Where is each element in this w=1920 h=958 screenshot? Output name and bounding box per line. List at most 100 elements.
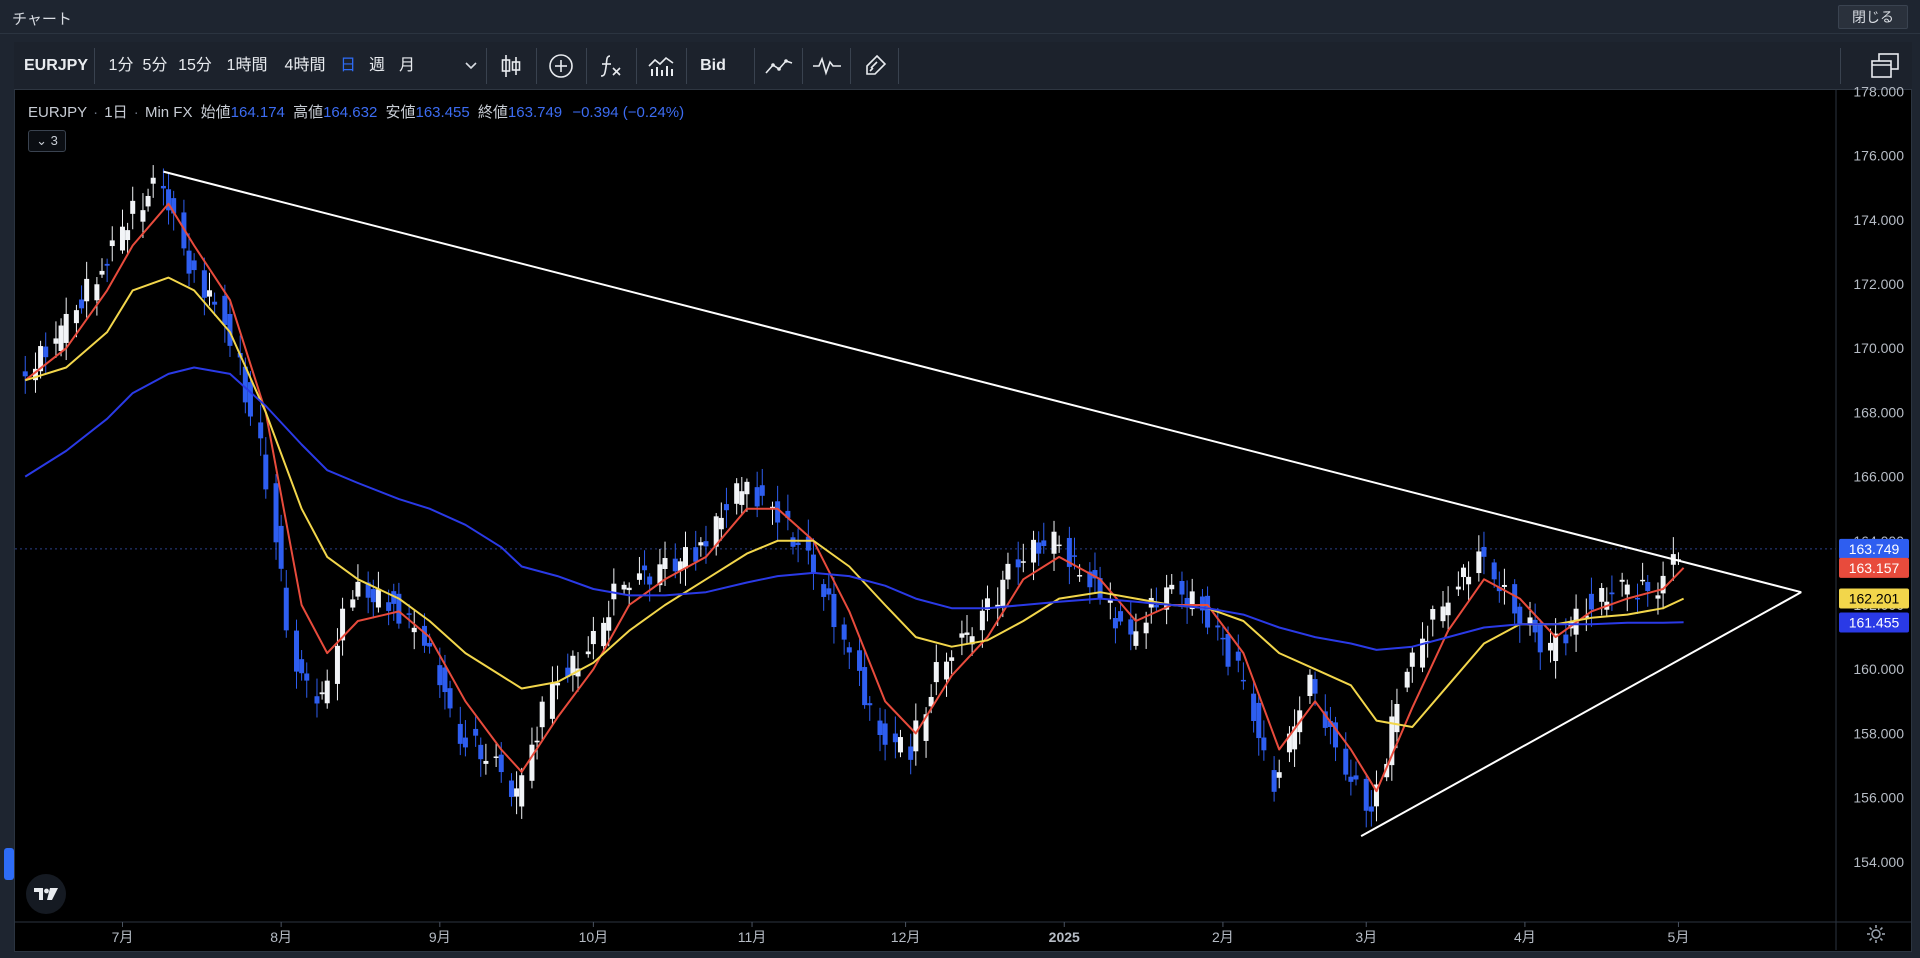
price-axis-tick: 172.000 [1853,276,1904,292]
candle-body [821,584,827,597]
candle-body [1133,631,1139,646]
candle-body [1215,625,1221,628]
legend-interval: 1日 [104,104,128,121]
candle-body [160,185,166,189]
candle-body [933,662,939,683]
indicators-count: 3 [50,133,58,148]
candle-body [1588,593,1594,610]
candle-body [212,301,218,305]
candle-body [355,581,361,597]
candle-body [478,744,484,760]
legend-low-value: 163.455 [415,104,470,121]
price-axis-tick: 178.000 [1853,83,1904,99]
candle-body [1635,597,1641,600]
candle-body [406,613,412,615]
candle-body [421,625,427,646]
side-panel-tab[interactable] [4,848,14,880]
candle-body [1036,542,1042,554]
candle-body [1645,582,1651,591]
gear-icon[interactable] [1862,920,1890,948]
candle-body [442,667,448,693]
candle-body [647,576,653,585]
candle-body [375,589,381,608]
candle-body [43,346,49,358]
candle-body [734,483,740,504]
candle-body [334,645,340,684]
candle-body [1051,531,1057,554]
time-axis-tick: 2025 [1049,929,1080,945]
candle-body [754,487,760,507]
candle-body [534,740,540,743]
candle-body [1368,806,1374,812]
chart-legend: EURJPY · 1日 · Min FX 始値164.174 高値164.632… [28,104,685,121]
candle-body [1445,602,1451,616]
price-axis-tick: 174.000 [1853,212,1904,228]
candle-body [959,633,965,638]
tradingview-logo [26,874,66,914]
candle-body [304,673,310,681]
price-chart[interactable]: 154.000156.000158.000160.000162.000164.0… [0,0,1920,958]
candle-body [273,483,279,543]
indicators-toggle[interactable]: ⌄ 3 [28,130,66,152]
candle-body [698,542,704,546]
time-axis-tick: 8月 [270,929,292,945]
candle-body [427,642,433,647]
candle-body [857,650,863,671]
candle-body [1466,576,1472,585]
candle-body [447,688,453,709]
candle-body [795,542,801,546]
candle-body [723,504,729,511]
candle-body [1609,592,1615,595]
candle-body [882,723,888,745]
candle-body [386,602,392,611]
candle-body [104,263,110,266]
legend-open-label: 始値 [200,104,231,121]
time-axis-tick: 3月 [1355,929,1377,945]
candle-body [1547,642,1553,651]
candle-body [1251,693,1257,722]
candle-body [1240,679,1246,682]
candle-body [1179,580,1185,595]
candle-body [84,278,90,302]
price-axis-tick: 176.000 [1853,148,1904,164]
trendline-2 [1360,591,1802,837]
candle-body [739,491,745,505]
candle-body [1112,618,1118,629]
candle-body [462,737,468,748]
candle-body [549,682,555,719]
candle-body [718,517,724,530]
candle-body [324,680,330,704]
candle-body [299,659,305,674]
candle-body [1363,778,1369,811]
candle-body [109,240,115,247]
candle-body [94,284,100,301]
candle-body [636,573,642,580]
candle-body [278,525,284,569]
time-axis-tick: 11月 [738,929,767,945]
candle-body [493,756,499,758]
candle-body [1271,770,1277,792]
legend-change: −0.394 (−0.24%) [572,104,685,121]
candle-body [846,647,852,653]
candle-body [539,701,545,728]
candle-body [283,587,289,631]
candle-body [437,665,443,686]
candle-body [1056,544,1062,547]
candle-body [1256,702,1262,739]
candle-body [1005,563,1011,580]
candle-body [498,754,504,773]
candle-body [119,226,125,251]
candle-body [1640,579,1646,582]
candle-body [58,325,64,351]
candle-body [944,661,950,680]
candle-body [508,780,514,797]
candle-body [1655,595,1661,599]
plot-area [15,165,1836,837]
candle-body [1143,622,1149,634]
candle-body [73,310,79,324]
candle-body [370,589,376,603]
candle-body [585,651,591,655]
price-label: 163.157 [1849,560,1900,576]
candle-body [1481,546,1487,557]
candle-body [892,733,898,743]
